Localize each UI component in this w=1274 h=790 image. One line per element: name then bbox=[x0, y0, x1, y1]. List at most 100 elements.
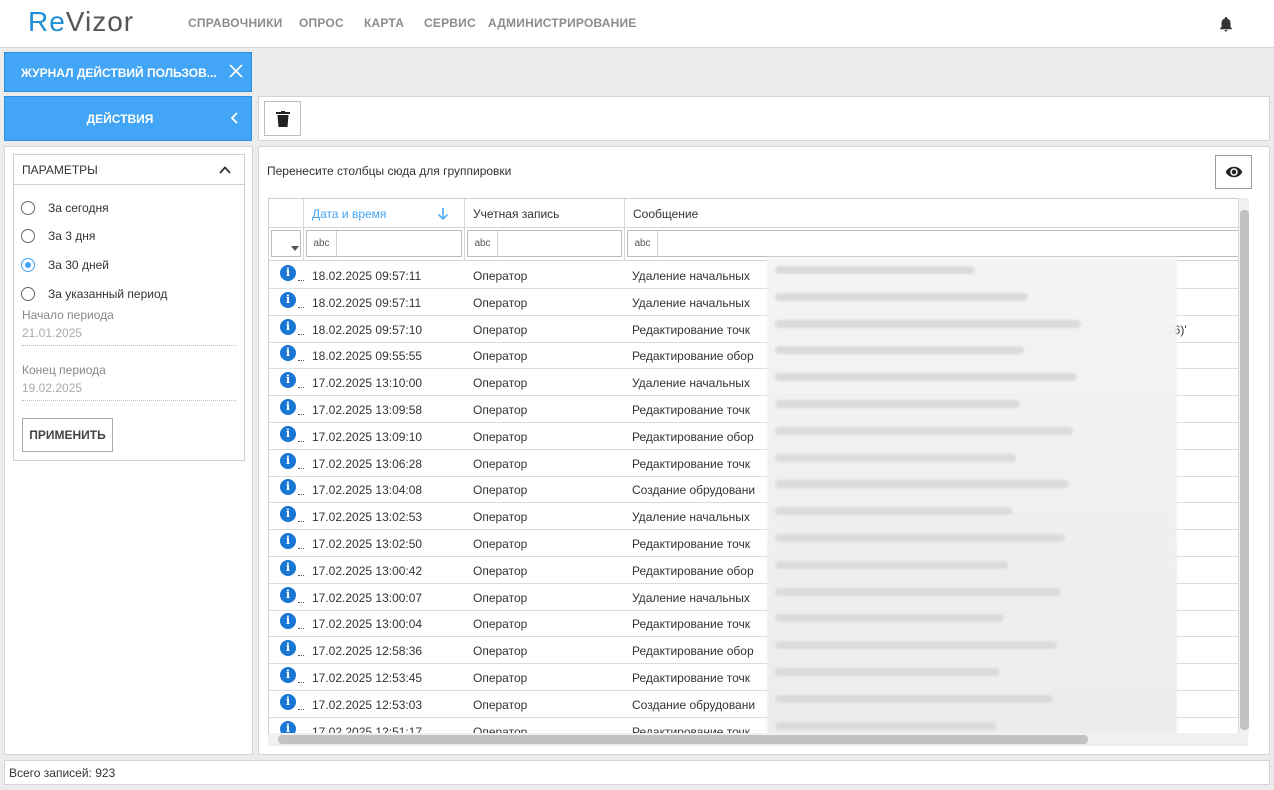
horizontal-scroll-thumb[interactable] bbox=[278, 735, 1088, 744]
radio-circle[interactable] bbox=[21, 287, 35, 301]
column-chooser-button[interactable] bbox=[1215, 155, 1252, 189]
row-menu-dots[interactable] bbox=[298, 414, 304, 415]
vertical-scroll-thumb[interactable] bbox=[1240, 210, 1249, 730]
cell-date: 17.02.2025 13:09:58 bbox=[312, 403, 423, 417]
app-logo[interactable]: ReVizor bbox=[28, 6, 134, 38]
delete-button[interactable] bbox=[264, 101, 301, 136]
redacted-line bbox=[775, 266, 975, 274]
filter-dropdown[interactable] bbox=[271, 230, 301, 257]
nav-survey[interactable]: ОПРОС bbox=[299, 16, 344, 30]
cell-account: Оператор bbox=[473, 349, 528, 364]
nav-directories[interactable]: СПРАВОЧНИКИ bbox=[188, 16, 282, 30]
info-icon[interactable]: i bbox=[280, 265, 296, 281]
end-period-field[interactable]: 19.02.2025 bbox=[22, 381, 236, 401]
radio-30-days[interactable]: За 30 дней bbox=[21, 257, 241, 277]
close-icon[interactable] bbox=[229, 64, 243, 78]
row-menu-dots[interactable] bbox=[298, 280, 304, 281]
radio-circle[interactable] bbox=[21, 258, 35, 272]
info-icon[interactable]: i bbox=[280, 399, 296, 415]
info-icon[interactable]: i bbox=[280, 372, 296, 389]
info-icon[interactable]: i bbox=[280, 291, 296, 308]
row-menu-dots[interactable] bbox=[298, 682, 304, 683]
row-menu-dots[interactable] bbox=[298, 601, 304, 603]
info-icon[interactable]: i bbox=[280, 479, 296, 496]
radio-circle[interactable] bbox=[21, 229, 35, 243]
row-menu-dots[interactable] bbox=[298, 708, 304, 710]
info-icon[interactable]: i bbox=[280, 559, 296, 576]
radio-label: За сегодня bbox=[48, 201, 109, 215]
info-icon[interactable]: i bbox=[280, 345, 296, 362]
vertical-scrollbar[interactable] bbox=[1238, 198, 1249, 734]
filter-date-time[interactable]: abc bbox=[304, 228, 465, 261]
row-menu-dots[interactable] bbox=[298, 360, 304, 362]
chevron-up-icon[interactable] bbox=[218, 163, 232, 177]
info-icon[interactable]: i bbox=[280, 693, 296, 710]
row-menu-dots[interactable] bbox=[298, 655, 304, 657]
row-menu-dots[interactable] bbox=[298, 440, 304, 442]
tab-user-actions-journal[interactable]: ЖУРНАЛ ДЕЙСТВИЙ ПОЛЬЗОВ... bbox=[4, 52, 252, 92]
row-menu-dots[interactable] bbox=[298, 628, 304, 630]
row-menu-dots[interactable] bbox=[298, 494, 304, 496]
cell-date: 17.02.2025 13:09:10 bbox=[312, 429, 423, 444]
actions-button[interactable]: ДЕЙСТВИЯ bbox=[4, 96, 252, 141]
filter-input[interactable]: abc bbox=[627, 230, 1247, 257]
bell-icon[interactable] bbox=[1217, 15, 1235, 33]
cell-date: 18.02.2025 09:57:10 bbox=[312, 322, 423, 337]
redacted-line bbox=[775, 453, 1016, 462]
info-icon[interactable]: i bbox=[280, 452, 296, 469]
nav-service[interactable]: СЕРВИС bbox=[424, 16, 476, 30]
row-menu-dots[interactable] bbox=[298, 333, 304, 335]
info-icon[interactable]: i bbox=[280, 533, 296, 549]
row-menu-dots[interactable] bbox=[298, 387, 304, 389]
abc-filter-icon[interactable]: abc bbox=[628, 231, 658, 257]
cell-account: Оператор bbox=[473, 697, 528, 712]
filter-input[interactable]: abc bbox=[467, 230, 622, 257]
horizontal-scrollbar[interactable] bbox=[268, 733, 1248, 746]
info-icon[interactable]: i bbox=[280, 425, 296, 442]
redacted-line bbox=[775, 480, 1069, 489]
filter-indicator[interactable] bbox=[269, 228, 304, 261]
info-icon[interactable]: i bbox=[280, 318, 296, 335]
cell-message: Редактирование точк bbox=[632, 456, 751, 471]
end-period-label: Конец периода bbox=[22, 363, 106, 377]
nav-administration[interactable]: АДМИНИСТРИРОВАНИЕ bbox=[488, 16, 637, 30]
info-icon[interactable]: i bbox=[280, 667, 296, 683]
nav-map[interactable]: КАРТА bbox=[364, 16, 404, 30]
radio-today[interactable]: За сегодня bbox=[21, 200, 241, 220]
radio-label: За 3 дня bbox=[48, 229, 96, 243]
row-menu-dots[interactable] bbox=[298, 467, 304, 469]
filter-account[interactable]: abc bbox=[465, 228, 625, 261]
redacted-line bbox=[775, 560, 1008, 569]
row-menu-dots[interactable] bbox=[298, 521, 304, 523]
radio-3-days[interactable]: За 3 дня bbox=[21, 228, 241, 248]
redacted-line bbox=[775, 614, 1004, 623]
header-message[interactable]: Сообщение bbox=[625, 199, 1247, 228]
cell-date: 18.02.2025 09:57:11 bbox=[312, 269, 422, 283]
abc-filter-icon[interactable]: abc bbox=[468, 231, 498, 257]
info-icon[interactable]: i bbox=[280, 720, 296, 733]
cell-message: Удаление начальных bbox=[632, 376, 750, 391]
data-grid: Дата и время Учетная запись Сообщение ab… bbox=[268, 198, 1248, 734]
abc-filter-icon[interactable]: abc bbox=[307, 231, 337, 257]
start-period-field[interactable]: 21.01.2025 bbox=[22, 326, 236, 346]
info-icon[interactable]: i bbox=[280, 640, 296, 657]
header-account[interactable]: Учетная запись bbox=[465, 199, 625, 228]
info-icon[interactable]: i bbox=[280, 586, 296, 603]
filter-input[interactable]: abc bbox=[306, 230, 462, 257]
row-menu-dots[interactable] bbox=[298, 574, 304, 576]
radio-custom-period[interactable]: За указанный период bbox=[21, 286, 241, 306]
info-icon[interactable]: i bbox=[280, 506, 296, 523]
radio-label: За указанный период bbox=[48, 287, 168, 301]
cell-date: 17.02.2025 13:02:50 bbox=[312, 537, 423, 551]
row-menu-dots[interactable] bbox=[298, 306, 304, 308]
row-menu-dots[interactable] bbox=[298, 548, 304, 549]
params-header[interactable]: ПАРАМЕТРЫ bbox=[14, 155, 244, 185]
chevron-left-icon[interactable] bbox=[229, 111, 241, 125]
cell-account: Оператор bbox=[473, 563, 528, 578]
info-icon[interactable]: i bbox=[280, 613, 296, 630]
header-date-time[interactable]: Дата и время bbox=[304, 199, 465, 228]
redacted-line bbox=[775, 507, 1012, 516]
radio-circle[interactable] bbox=[21, 201, 35, 215]
cell-message: Удаление начальных bbox=[632, 269, 750, 283]
apply-button[interactable]: ПРИМЕНИТЬ bbox=[22, 418, 113, 452]
